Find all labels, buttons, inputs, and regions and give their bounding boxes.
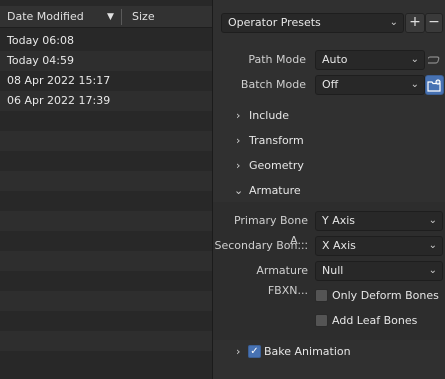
add-leaf-bones-label[interactable]: Add Leaf Bones <box>332 311 417 331</box>
add-leaf-bones-checkbox[interactable] <box>315 314 328 327</box>
chevron-down-icon: ⌄ <box>428 215 437 226</box>
armature-panel-header[interactable]: Armature <box>249 181 301 201</box>
link-toggle-icon[interactable] <box>426 50 444 70</box>
path-mode-value: Auto <box>322 53 348 66</box>
only-deform-bones-label[interactable]: Only Deform Bones <box>332 286 439 306</box>
empty-row <box>0 311 212 331</box>
path-mode-dropdown[interactable]: Auto ⌄ <box>315 50 425 70</box>
chevron-right-icon[interactable]: › <box>236 131 240 151</box>
armature-fbxnode-label: Armature FBXN... <box>256 264 308 297</box>
chevron-right-icon[interactable]: › <box>236 156 240 176</box>
empty-row <box>0 171 212 191</box>
armature-fbxnode-value: Null <box>322 264 344 277</box>
empty-row <box>0 191 212 211</box>
operator-presets-dropdown[interactable]: Operator Presets ⌄ <box>221 13 404 33</box>
bake-animation-header[interactable]: Bake Animation <box>264 342 351 362</box>
file-date: Today 04:59 <box>7 54 75 67</box>
batch-mode-label: Batch Mode <box>240 78 306 91</box>
empty-row <box>0 291 212 311</box>
empty-row <box>0 331 212 351</box>
operator-presets-label: Operator Presets <box>228 16 321 29</box>
chevron-down-icon: ⌄ <box>428 240 437 251</box>
geometry-panel-header[interactable]: Geometry <box>249 156 304 176</box>
transform-panel-header[interactable]: Transform <box>249 131 304 151</box>
empty-row <box>0 351 212 371</box>
file-date: 06 Apr 2022 17:39 <box>7 94 111 107</box>
file-date: 08 Apr 2022 15:17 <box>7 74 111 87</box>
file-list: Date Modified ▼ Size Today 06:08 Today 0… <box>0 0 212 379</box>
include-panel-header[interactable]: Include <box>249 106 289 126</box>
column-date-modified[interactable]: Date Modified <box>7 6 84 28</box>
primary-bone-axis-dropdown[interactable]: Y Axis ⌄ <box>315 211 443 231</box>
empty-row <box>0 211 212 231</box>
empty-row <box>0 251 212 271</box>
remove-preset-button[interactable]: − <box>425 13 443 33</box>
empty-row <box>0 151 212 171</box>
column-divider[interactable] <box>121 9 122 25</box>
path-mode-label: Path Mode <box>248 53 306 66</box>
new-folder-icon[interactable] <box>425 75 444 95</box>
file-row[interactable]: Today 04:59 <box>0 51 212 71</box>
empty-row <box>0 231 212 251</box>
chevron-down-icon: ⌄ <box>410 79 419 90</box>
chevron-right-icon[interactable]: › <box>236 106 240 126</box>
bake-animation-checkbox[interactable]: ✓ <box>248 345 261 358</box>
empty-row <box>0 131 212 151</box>
batch-mode-dropdown[interactable]: Off ⌄ <box>315 75 425 95</box>
file-date: Today 06:08 <box>7 34 75 47</box>
file-row[interactable]: 08 Apr 2022 15:17 <box>0 71 212 91</box>
armature-fbxnode-dropdown[interactable]: Null ⌄ <box>315 261 443 281</box>
primary-bone-axis-value: Y Axis <box>322 214 356 227</box>
batch-mode-value: Off <box>322 78 339 91</box>
column-size[interactable]: Size <box>132 6 155 28</box>
chevron-down-icon: ⌄ <box>410 54 419 65</box>
secondary-bone-axis-value: X Axis <box>322 239 356 252</box>
chevron-right-icon[interactable]: › <box>236 342 240 362</box>
primary-bone-axis-label: Primary Bone A... <box>233 214 308 247</box>
chevron-down-icon: ⌄ <box>389 17 398 28</box>
secondary-bone-axis-dropdown[interactable]: X Axis ⌄ <box>315 236 443 256</box>
add-preset-button[interactable]: + <box>405 13 425 33</box>
chevron-down-icon: ⌄ <box>428 265 437 276</box>
empty-row <box>0 271 212 291</box>
sort-down-icon[interactable]: ▼ <box>107 6 114 28</box>
file-list-header: Date Modified ▼ Size <box>0 6 212 28</box>
file-row[interactable]: Today 06:08 <box>0 31 212 51</box>
secondary-bone-axis-label: Secondary Bon... <box>214 239 309 252</box>
file-row[interactable]: 06 Apr 2022 17:39 <box>0 91 212 111</box>
only-deform-bones-checkbox[interactable] <box>315 289 328 302</box>
chevron-down-icon[interactable]: ⌄ <box>234 181 243 201</box>
empty-row <box>0 111 212 131</box>
